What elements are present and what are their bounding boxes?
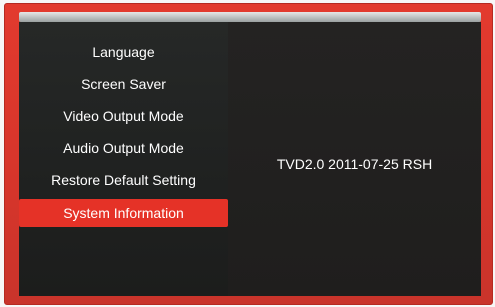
menu-item-language[interactable]: Language <box>19 38 228 66</box>
top-bar <box>19 12 481 22</box>
menu-item-audio-output-mode[interactable]: Audio Output Mode <box>19 134 228 162</box>
menu-item-system-information[interactable]: System Information <box>19 199 228 227</box>
system-info-text: TVD2.0 2011-07-25 RSH <box>276 156 433 172</box>
settings-menu: Language Screen Saver Video Output Mode … <box>19 22 228 296</box>
menu-item-video-output-mode[interactable]: Video Output Mode <box>19 102 228 130</box>
tv-screen-frame: Language Screen Saver Video Output Mode … <box>4 3 493 305</box>
menu-item-screen-saver[interactable]: Screen Saver <box>19 70 228 98</box>
menu-item-restore-default-setting[interactable]: Restore Default Setting <box>19 166 228 194</box>
info-panel: TVD2.0 2011-07-25 RSH <box>228 22 481 296</box>
